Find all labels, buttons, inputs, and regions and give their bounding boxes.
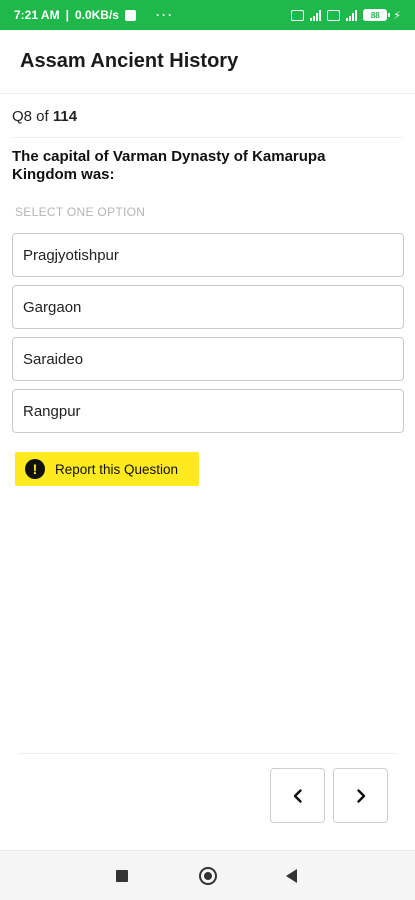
- question-text: The capital of Varman Dynasty of Kamarup…: [12, 148, 326, 183]
- next-question-button[interactable]: [333, 768, 388, 823]
- option-1[interactable]: Pragjyotishpur: [12, 233, 404, 277]
- divider: [12, 137, 403, 138]
- status-time: 7:21 AM: [14, 8, 60, 22]
- back-icon[interactable]: [286, 869, 297, 883]
- signal-icon-1: [310, 9, 322, 21]
- signal-icon-2: [346, 9, 358, 21]
- battery-icon: 88: [363, 9, 391, 21]
- question-number: Q8: [12, 108, 33, 125]
- divider: [18, 753, 397, 754]
- recent-apps-icon[interactable]: [116, 870, 128, 882]
- status-right: 88 ⚡: [291, 9, 401, 22]
- report-label: Report this Question: [55, 461, 179, 477]
- status-left: 7:21 AM | 0.0KB/s ···: [14, 8, 174, 22]
- question-counter: Q8 of 114: [12, 108, 77, 125]
- exclamation-circle-icon: !: [25, 459, 45, 479]
- question-of-label: of: [32, 108, 53, 125]
- option-3[interactable]: Saraideo: [12, 337, 404, 381]
- status-overflow-icon: ···: [155, 8, 174, 22]
- charging-icon: ⚡: [393, 9, 401, 22]
- app-bar: Assam Ancient History: [0, 30, 415, 94]
- system-navigation-bar: [0, 850, 415, 900]
- question-total: 114: [52, 108, 78, 125]
- page-title: Assam Ancient History: [20, 50, 239, 72]
- option-4[interactable]: Rangpur: [12, 389, 404, 433]
- select-hint: SELECT ONE OPTION: [15, 205, 146, 219]
- chevron-left-icon: [293, 788, 302, 803]
- notification-icon: [124, 9, 136, 21]
- options-list: Pragjyotishpur Gargaon Saraideo Rangpur: [12, 233, 404, 441]
- home-icon[interactable]: [199, 867, 217, 885]
- status-bar: 7:21 AM | 0.0KB/s ··· 88 ⚡: [0, 0, 415, 30]
- previous-question-button[interactable]: [270, 768, 325, 823]
- chevron-right-icon: [356, 788, 365, 803]
- report-question-button[interactable]: ! Report this Question: [15, 452, 199, 486]
- volte-icon: [327, 9, 341, 21]
- option-2[interactable]: Gargaon: [12, 285, 404, 329]
- alarm-icon: [291, 9, 305, 21]
- status-network-speed: 0.0KB/s: [74, 8, 119, 22]
- status-separator: |: [65, 8, 69, 22]
